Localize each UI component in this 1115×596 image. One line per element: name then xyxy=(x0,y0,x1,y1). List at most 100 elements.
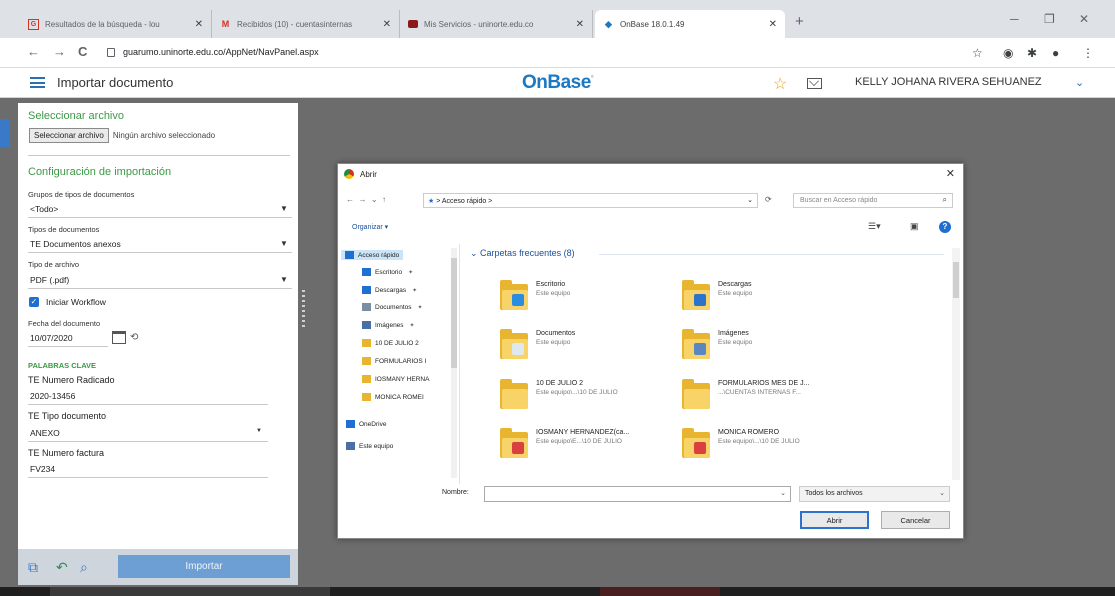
help-icon[interactable]: ? xyxy=(939,221,951,233)
chevron-down-icon[interactable]: ⌄ xyxy=(780,489,786,497)
folder-item[interactable]: Imágenes Este equipo xyxy=(682,329,752,359)
nav-item[interactable]: Acceso rápido xyxy=(341,250,404,260)
back-button[interactable]: ← xyxy=(27,44,40,59)
file-type-select[interactable]: PDF (.pdf) xyxy=(30,275,69,285)
dialog-nav-arrows[interactable]: ← → ⌄ ↑ xyxy=(346,195,386,204)
folder-name: Escritorio xyxy=(536,281,566,288)
nav-item[interactable]: IOSMANY HERNA xyxy=(362,375,429,383)
folder-location: Este equipo xyxy=(718,290,753,297)
folder-icon xyxy=(346,420,355,428)
nav-item[interactable]: Descargas ✦ xyxy=(362,286,417,294)
document-settings-icon[interactable]: ⧉ xyxy=(28,559,38,576)
file-scrollbar-thumb[interactable] xyxy=(953,262,959,298)
doc-date-input[interactable]: 10/07/2020 xyxy=(30,333,73,343)
chevron-down-icon[interactable]: ▼ xyxy=(280,275,288,284)
dialog-path-bar[interactable]: ★ > Acceso rápido > ⌄ xyxy=(423,193,758,208)
dialog-search-input[interactable]: Buscar en Acceso rápido ⌕ xyxy=(793,193,953,208)
group-header[interactable]: ⌄ Carpetas frecuentes (8) xyxy=(470,248,575,259)
close-icon[interactable]: ✕ xyxy=(195,19,203,30)
chevron-down-icon[interactable]: ⌄ xyxy=(747,196,753,204)
calendar-reset-icon[interactable]: ⟲ xyxy=(130,332,138,343)
preview-pane-icon[interactable]: ▣ xyxy=(910,221,919,232)
chevron-down-icon[interactable]: ▼ xyxy=(280,204,288,213)
folder-item[interactable]: IOSMANY HERNANDEZ(ca... Este equipo\E...\… xyxy=(500,428,629,458)
nav-item[interactable]: FORMULARIOS I xyxy=(362,357,426,365)
folder-item[interactable]: Escritorio Este equipo xyxy=(500,280,570,310)
bookmark-star-icon[interactable]: ☆ xyxy=(972,46,983,60)
hamburger-menu-icon[interactable] xyxy=(30,77,45,88)
forward-button[interactable]: → xyxy=(53,44,66,59)
profile-avatar-icon[interactable]: ● xyxy=(1052,46,1059,60)
minimize-button[interactable]: ─ xyxy=(1010,12,1019,26)
browser-tab-onbase[interactable]: ◆ OnBase 18.0.1.49 ✕ xyxy=(595,10,785,38)
view-options-icon[interactable]: ☰▾ xyxy=(868,221,881,232)
chevron-down-icon[interactable]: ⌄ xyxy=(939,489,945,497)
cancel-button[interactable]: Cancelar xyxy=(881,511,950,529)
extension-icon[interactable]: ◉ xyxy=(1003,46,1013,60)
doc-type-groups-select[interactable]: <Todo> xyxy=(30,204,58,214)
reload-button[interactable]: C xyxy=(78,44,87,59)
tipo-doc-select[interactable]: ANEXO xyxy=(30,428,60,438)
logo-text: OnBase xyxy=(522,72,591,93)
search-document-icon[interactable]: ⌕ xyxy=(80,559,88,576)
mail-icon[interactable] xyxy=(807,78,822,89)
browser-tab-gmail[interactable]: M Recibidos (10) - cuentasinternas ✕ xyxy=(212,10,400,38)
browser-tab-search[interactable]: G Resultados de la búsqueda - lou ✕ xyxy=(20,10,212,38)
folder-item[interactable]: MONICA ROMERO Este equipo\...\10 DE JULIO xyxy=(682,428,800,458)
nav-item-label: Este equipo xyxy=(359,442,394,450)
refresh-icon[interactable]: ⟳ xyxy=(761,193,787,208)
nav-item[interactable]: 10 DE JULIO 2 xyxy=(362,339,419,347)
file-scrollbar[interactable] xyxy=(952,248,960,480)
menu-kebab-icon[interactable]: ⋮ xyxy=(1082,46,1094,60)
doc-types-select[interactable]: TE Documentos anexos xyxy=(30,239,121,249)
file-type-filter[interactable]: Todos los archivos ⌄ xyxy=(799,486,950,502)
select-file-button[interactable]: Seleccionar archivo xyxy=(29,128,109,143)
folder-location: Este equipo xyxy=(536,290,571,297)
import-button[interactable]: Importar xyxy=(118,555,290,578)
radicado-input[interactable]: 2020-13456 xyxy=(30,391,75,401)
nav-item[interactable]: Imágenes ✦ xyxy=(362,321,415,329)
folder-item[interactable]: Descargas Este equipo xyxy=(682,280,752,310)
workflow-checkbox[interactable]: ✓ xyxy=(29,297,39,307)
nav-item-label: OneDrive xyxy=(359,420,387,428)
nav-item[interactable]: Este equipo xyxy=(346,442,393,450)
maximize-button[interactable]: ❐ xyxy=(1044,12,1055,26)
close-icon[interactable]: ✕ xyxy=(769,19,777,30)
folder-icon xyxy=(345,251,354,259)
close-icon[interactable]: ✕ xyxy=(576,19,584,30)
new-tab-button[interactable]: + xyxy=(795,13,804,30)
extension-icon[interactable]: ✱ xyxy=(1027,46,1037,60)
url-field[interactable]: guarumo.uninorte.edu.co/AppNet/NavPanel.… xyxy=(123,47,319,57)
chevron-down-icon[interactable]: ⌄ xyxy=(1075,76,1084,89)
folder-item[interactable]: 10 DE JULIO 2 Este equipo\...\10 DE JULIO xyxy=(500,379,618,409)
close-icon[interactable]: ✕ xyxy=(383,19,391,30)
divider xyxy=(28,217,292,218)
folder-item[interactable]: Documentos Este equipo xyxy=(500,329,575,359)
nav-item[interactable]: Escritorio ✦ xyxy=(362,268,413,276)
folder-icon xyxy=(500,329,528,359)
file-name-input[interactable]: ⌄ xyxy=(484,486,791,502)
folder-icon xyxy=(362,286,371,294)
nav-item[interactable]: MONICA ROMEI xyxy=(362,393,424,401)
nav-scrollbar-thumb[interactable] xyxy=(451,258,457,368)
focus-indicator xyxy=(0,119,10,147)
panel-splitter-handle[interactable] xyxy=(302,290,305,330)
window-close-button[interactable]: ✕ xyxy=(1079,12,1089,26)
favorites-star-icon[interactable]: ☆ xyxy=(773,74,787,94)
browser-tab-servicios[interactable]: Mis Servicios - uninorte.edu.co ✕ xyxy=(400,10,593,38)
nav-item[interactable]: OneDrive xyxy=(346,420,386,428)
open-button[interactable]: Abrir xyxy=(800,511,869,529)
nav-item-label: MONICA ROMEI xyxy=(375,393,424,401)
divider xyxy=(599,254,944,255)
organize-menu[interactable]: Organizar ▾ xyxy=(352,223,388,231)
calendar-icon[interactable] xyxy=(112,331,126,344)
dialog-close-icon[interactable]: ✕ xyxy=(946,167,955,180)
nav-item[interactable]: Documentos ✦ xyxy=(362,303,423,311)
factura-input[interactable]: FV234 xyxy=(30,464,55,474)
user-name[interactable]: KELLY JOHANA RIVERA SEHUANEZ xyxy=(855,76,1042,88)
dialog-file-area: ⌄ Carpetas frecuentes (8) Escritorio Este… xyxy=(464,244,964,484)
folder-item[interactable]: FORMULARIOS MES DE J... ...\CUENTAS INTER… xyxy=(682,379,809,409)
undo-icon[interactable]: ↶ xyxy=(56,559,68,576)
chevron-down-icon[interactable]: ▼ xyxy=(280,239,288,248)
chevron-down-icon[interactable]: ▼ xyxy=(256,428,262,434)
